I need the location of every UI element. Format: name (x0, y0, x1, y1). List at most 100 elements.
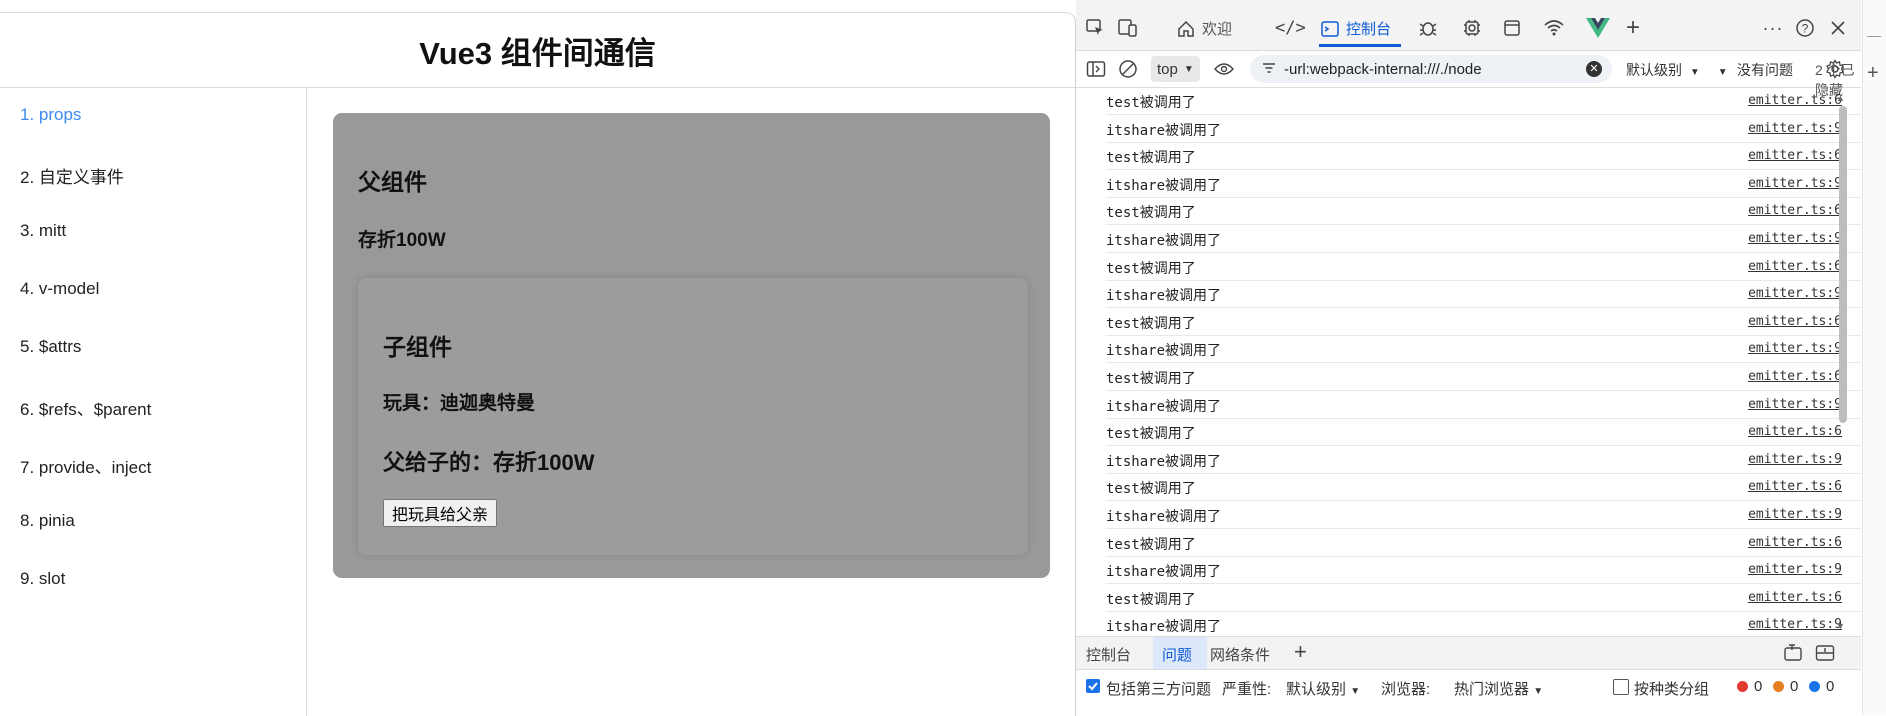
issues-count-link[interactable]: 没有问题 (1737, 60, 1793, 80)
log-source-link[interactable]: emitter.ts:9 (1748, 507, 1842, 522)
clear-filter-icon[interactable]: ✕ (1586, 61, 1602, 77)
svg-text:?: ? (1802, 22, 1809, 36)
log-source-link[interactable]: emitter.ts:9 (1748, 341, 1842, 356)
log-message: test被调用了 (1106, 260, 1196, 277)
browser-select[interactable]: 热门浏览器 ▼ (1454, 678, 1543, 699)
sidebar-toggle-icon[interactable] (1084, 57, 1108, 81)
nav-link-attrs[interactable]: 5. $attrs (20, 337, 81, 357)
log-source-link[interactable]: emitter.ts:9 (1748, 397, 1842, 412)
child-component-box: 子组件 玩具：迪迦奥特曼 父给子的：存折100W 把玩具给父亲 (358, 278, 1028, 555)
console-log-row: itshare被调用了 emitter.ts:9 (1106, 335, 1861, 364)
console-log-row: test被调用了 emitter.ts:6 (1106, 473, 1861, 502)
nav-link-pinia[interactable]: 8. pinia (20, 511, 75, 531)
inspect-element-icon[interactable] (1083, 16, 1107, 40)
parent-component-box: 父组件 存折100W 子组件 玩具：迪迦奥特曼 父给子的：存折100W 把玩具给… (333, 113, 1050, 578)
log-message: test被调用了 (1106, 315, 1196, 332)
nav-link-props[interactable]: 1. props (20, 105, 81, 125)
log-level-select[interactable]: 默认级别 ▼ ▼ (1626, 60, 1728, 80)
console-scrollbar-thumb[interactable] (1839, 106, 1847, 423)
nav-link-mitt[interactable]: 3. mitt (20, 221, 66, 241)
console-log-row: itshare被调用了 emitter.ts:9 (1106, 115, 1861, 143)
console-log-row: itshare被调用了 emitter.ts:9 (1106, 446, 1861, 474)
log-source-link[interactable]: emitter.ts:9 (1748, 562, 1842, 577)
log-source-link[interactable]: emitter.ts:9 (1748, 121, 1842, 136)
devtools-pane: 欢迎 </> 控制台 + ··· ? top ▼ -url:webpack-in… (1076, 0, 1861, 715)
context-select[interactable]: top ▼ (1151, 56, 1200, 82)
nav-link-provide-inject[interactable]: 7. provide、inject (20, 453, 151, 478)
log-source-link[interactable]: emitter.ts:9 (1748, 176, 1842, 191)
drawer-tab-console[interactable]: 控制台 (1086, 644, 1131, 665)
vue-devtools-icon[interactable] (1586, 16, 1610, 40)
console-log-row: test被调用了 emitter.ts:6 (1106, 253, 1861, 281)
log-source-link[interactable]: emitter.ts:6 (1748, 148, 1842, 163)
wifi-icon[interactable] (1542, 16, 1566, 40)
log-source-link[interactable]: emitter.ts:6 (1748, 369, 1842, 384)
log-message: test被调用了 (1106, 205, 1196, 222)
home-icon (1178, 20, 1194, 37)
drawer-tab-network-conditions[interactable]: 网络条件 (1210, 644, 1270, 665)
log-source-link[interactable]: emitter.ts:9 (1748, 231, 1842, 246)
log-source-link[interactable]: emitter.ts:6 (1748, 479, 1842, 494)
log-message: itshare被调用了 (1106, 564, 1222, 581)
nav-link-v-model[interactable]: 4. v-model (20, 279, 99, 299)
close-icon[interactable] (1826, 16, 1850, 40)
clear-console-icon[interactable] (1116, 57, 1140, 81)
nav-link-refs-parent[interactable]: 6. $refs、$parent (20, 395, 151, 420)
filter-text: -url:webpack-internal:///./node (1284, 60, 1482, 78)
add-drawer-tab-icon[interactable]: + (1294, 639, 1307, 665)
scroll-up-icon[interactable]: ▲ (1836, 93, 1845, 103)
undock-drawer-icon[interactable] (1781, 641, 1805, 665)
log-message: itshare被调用了 (1106, 619, 1222, 633)
strip-divider (1867, 36, 1881, 37)
application-icon[interactable] (1500, 16, 1524, 40)
log-message: test被调用了 (1106, 150, 1196, 167)
log-source-link[interactable]: emitter.ts:9 (1748, 286, 1842, 301)
log-level-value: 默认级别 (1626, 62, 1682, 78)
include-third-party-checkbox[interactable] (1086, 679, 1100, 693)
add-tab-icon[interactable]: + (1621, 14, 1645, 41)
chevron-down-icon: ▼ (1350, 686, 1361, 697)
log-source-link[interactable]: emitter.ts:9 (1748, 452, 1842, 467)
log-source-link[interactable]: emitter.ts:6 (1748, 590, 1842, 605)
group-by-category-checkbox[interactable] (1613, 679, 1629, 695)
device-emulation-icon[interactable] (1116, 16, 1140, 40)
nav-link-custom-events[interactable]: 2. 自定义事件 (20, 163, 124, 188)
include-third-party-label: 包括第三方问题 (1106, 681, 1212, 698)
bug-icon[interactable] (1416, 16, 1440, 40)
sidebar-nav: 1. props 2. 自定义事件 3. mitt 4. v-model 5. … (0, 88, 307, 716)
severity-select[interactable]: 默认级别 ▼ (1286, 678, 1360, 699)
nav-link-slot[interactable]: 9. slot (20, 569, 65, 589)
error-count[interactable]: 0 (1737, 678, 1762, 695)
warning-count[interactable]: 0 (1773, 678, 1798, 695)
browser-side-strip: + (1862, 0, 1886, 715)
browser-label: 浏览器: (1381, 681, 1431, 698)
scroll-down-icon[interactable]: ▼ (1836, 621, 1845, 631)
tab-elements[interactable]: </> (1275, 18, 1306, 38)
log-source-link[interactable]: emitter.ts:6 (1748, 259, 1842, 274)
help-icon[interactable]: ? (1793, 16, 1817, 40)
performance-icon[interactable] (1460, 16, 1484, 40)
log-message: test被调用了 (1106, 371, 1196, 387)
drawer-tab-issues[interactable]: 问题 (1162, 644, 1192, 665)
log-source-link[interactable]: emitter.ts:6 (1748, 93, 1842, 108)
info-count[interactable]: 0 (1809, 678, 1834, 695)
more-options-icon[interactable]: ··· (1761, 16, 1785, 40)
console-filter-input[interactable]: -url:webpack-internal:///./node ✕ (1250, 55, 1612, 83)
child-title: 子组件 (383, 334, 452, 360)
give-toy-button[interactable]: 把玩具给父亲 (383, 499, 498, 527)
close-drawer-icon[interactable] (1813, 641, 1837, 665)
log-source-link[interactable]: emitter.ts:9 (1748, 617, 1842, 632)
log-message: itshare被调用了 (1106, 233, 1222, 249)
console-log-row: test被调用了 emitter.ts:6 (1106, 529, 1861, 557)
add-sidebar-icon[interactable]: + (1867, 62, 1879, 85)
log-source-link[interactable]: emitter.ts:6 (1748, 203, 1842, 218)
log-source-link[interactable]: emitter.ts:6 (1748, 424, 1842, 439)
tab-console[interactable]: 控制台 (1320, 18, 1391, 39)
settings-gear-icon[interactable] (1823, 57, 1847, 81)
console-log-row: itshare被调用了 emitter.ts:9 (1106, 391, 1861, 419)
log-source-link[interactable]: emitter.ts:6 (1748, 535, 1842, 550)
log-source-link[interactable]: emitter.ts:6 (1748, 314, 1842, 329)
error-count-value: 0 (1754, 678, 1763, 695)
eye-icon[interactable] (1212, 57, 1236, 81)
tab-welcome[interactable]: 欢迎 (1176, 18, 1232, 39)
